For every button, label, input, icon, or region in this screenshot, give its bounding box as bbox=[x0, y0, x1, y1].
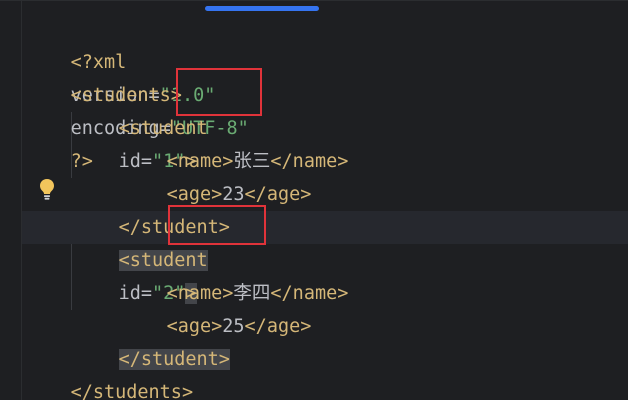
xml-tag-close: </age> bbox=[244, 316, 312, 337]
code-line-2[interactable]: <students> bbox=[26, 46, 182, 106]
code-line-5[interactable]: <age>23</age> bbox=[122, 145, 312, 205]
code-line-11[interactable]: </students> bbox=[26, 343, 194, 400]
code-line-4[interactable]: <name>张三</name> bbox=[122, 112, 349, 172]
xml-tag: </students> bbox=[70, 382, 194, 400]
code-line-9[interactable]: <age>25</age> bbox=[122, 277, 312, 337]
horizontal-scrollbar-thumb[interactable] bbox=[205, 6, 319, 11]
intention-bulb-icon[interactable] bbox=[38, 178, 56, 202]
xml-tag-close: </age> bbox=[244, 184, 312, 205]
code-line-10[interactable]: </student> bbox=[74, 310, 230, 370]
code-line-1[interactable]: <?xml version="1.0" encoding="UTF-8" ?> bbox=[26, 13, 249, 172]
code-editor[interactable]: <?xml version="1.0" encoding="UTF-8" ?> … bbox=[0, 0, 628, 400]
indent-guide bbox=[71, 244, 72, 310]
highlight-box-id-2 bbox=[168, 205, 266, 245]
highlight-box-id-1 bbox=[176, 68, 262, 116]
gutter-divider bbox=[21, 0, 22, 400]
code-line-8[interactable]: <name>李四</name> bbox=[122, 244, 349, 304]
editor-top-border bbox=[0, 0, 628, 1]
